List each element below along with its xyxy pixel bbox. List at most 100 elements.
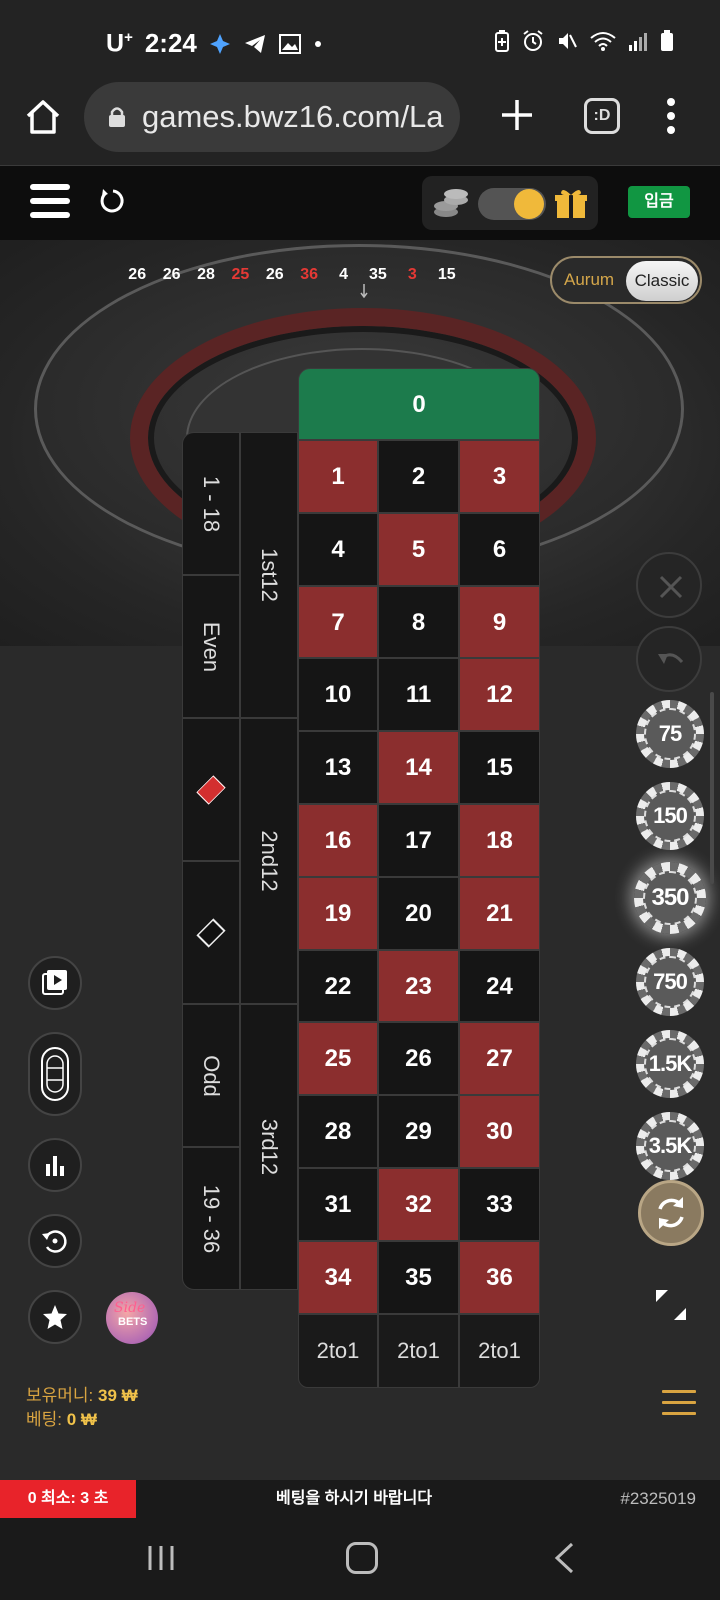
bet-number-9[interactable]: 9 bbox=[459, 585, 540, 659]
round-id: #2325019 bbox=[620, 1489, 696, 1508]
bet-number-22[interactable]: 22 bbox=[298, 949, 378, 1023]
video-button[interactable] bbox=[28, 956, 82, 1010]
bet-number-25[interactable]: 25 bbox=[298, 1022, 378, 1096]
recent-result: 15 bbox=[437, 266, 456, 283]
new-tab-icon[interactable] bbox=[498, 96, 536, 134]
bet-red[interactable] bbox=[182, 718, 240, 861]
bet-number-32[interactable]: 32 bbox=[378, 1167, 459, 1241]
bet-number-31[interactable]: 31 bbox=[298, 1167, 378, 1241]
more-options-icon[interactable] bbox=[666, 96, 676, 136]
bet-number-1[interactable]: 1 bbox=[298, 440, 378, 513]
bet-number-19[interactable]: 19 bbox=[298, 876, 378, 950]
chip-3.5K[interactable]: 3.5K bbox=[636, 1112, 704, 1180]
bet-column-1[interactable]: 2to1 bbox=[298, 1314, 378, 1388]
bet-dozen-2[interactable]: 2nd12 bbox=[240, 718, 298, 1004]
bet-number-28[interactable]: 28 bbox=[298, 1095, 378, 1168]
toggle-knob bbox=[514, 189, 544, 219]
aurum-option[interactable]: Aurum bbox=[564, 270, 614, 290]
lock-icon bbox=[109, 107, 125, 127]
fullscreen-icon[interactable] bbox=[654, 1288, 688, 1322]
mode-toggle-group bbox=[422, 176, 598, 230]
bet-zero[interactable]: 0 bbox=[298, 368, 540, 440]
bet-number-5[interactable]: 5 bbox=[378, 512, 459, 586]
clear-bets-button[interactable] bbox=[636, 552, 702, 618]
classic-option[interactable]: Classic bbox=[626, 261, 698, 301]
home-icon[interactable] bbox=[24, 98, 62, 136]
bet-odd[interactable]: Odd bbox=[182, 1004, 240, 1147]
bet-dozen-1[interactable]: 1st12 bbox=[240, 432, 298, 718]
bet-number-24[interactable]: 24 bbox=[459, 949, 540, 1023]
bet-number-18[interactable]: 18 bbox=[459, 803, 540, 877]
recent-result: 4 bbox=[339, 266, 348, 283]
chip-750[interactable]: 750 bbox=[636, 948, 704, 1016]
bet-number-27[interactable]: 27 bbox=[459, 1022, 540, 1096]
back-icon[interactable] bbox=[552, 1542, 576, 1574]
home-nav-icon[interactable] bbox=[346, 1542, 378, 1574]
signal-icon bbox=[629, 33, 647, 51]
bet-number-8[interactable]: 8 bbox=[378, 585, 459, 659]
undo-button[interactable] bbox=[636, 626, 702, 692]
bet-number-6[interactable]: 6 bbox=[459, 512, 540, 586]
tabs-button[interactable]: :D bbox=[584, 98, 620, 134]
video-icon bbox=[42, 970, 67, 995]
clock: 2:24 bbox=[144, 28, 197, 58]
address-bar[interactable]: games.bwz16.com/La bbox=[84, 82, 460, 152]
favorites-button[interactable] bbox=[28, 1290, 82, 1344]
bet-number-12[interactable]: 12 bbox=[459, 658, 540, 732]
history-button[interactable] bbox=[28, 1214, 82, 1268]
gift-icon[interactable] bbox=[554, 186, 588, 220]
bet-low[interactable]: 1 - 18 bbox=[182, 432, 240, 575]
black-diamond-icon bbox=[196, 917, 226, 948]
alarm-icon bbox=[523, 30, 543, 51]
bet-number-2[interactable]: 2 bbox=[378, 440, 459, 513]
bet-number-26[interactable]: 26 bbox=[378, 1022, 459, 1096]
bet-number-35[interactable]: 35 bbox=[378, 1240, 459, 1314]
recent-apps-icon[interactable] bbox=[146, 1544, 176, 1572]
refresh-icon[interactable] bbox=[98, 186, 128, 216]
racetrack-button[interactable] bbox=[28, 1032, 82, 1116]
chip-1.5K[interactable]: 1.5K bbox=[636, 1030, 704, 1098]
mute-icon bbox=[559, 33, 577, 49]
table-style-toggle[interactable]: Aurum Classic bbox=[550, 256, 702, 304]
bet-number-11[interactable]: 11 bbox=[378, 658, 459, 732]
bet-number-34[interactable]: 34 bbox=[298, 1240, 378, 1314]
deposit-button[interactable]: 입금 bbox=[628, 186, 690, 218]
bet-number-36[interactable]: 36 bbox=[459, 1240, 540, 1314]
bet-number-23[interactable]: 23 bbox=[378, 949, 459, 1023]
bet-number-33[interactable]: 33 bbox=[459, 1167, 540, 1241]
bet-menu-icon[interactable] bbox=[662, 1390, 696, 1416]
statistics-button[interactable] bbox=[28, 1138, 82, 1192]
bet-column-2[interactable]: 2to1 bbox=[378, 1314, 459, 1388]
bet-column-3[interactable]: 2to1 bbox=[459, 1314, 540, 1388]
chip-75[interactable]: 75 bbox=[636, 700, 704, 768]
bet-number-3[interactable]: 3 bbox=[459, 440, 540, 513]
chip-scrollbar[interactable] bbox=[710, 692, 714, 884]
bet-number-13[interactable]: 13 bbox=[298, 731, 378, 804]
close-icon bbox=[659, 575, 683, 599]
bet-number-15[interactable]: 15 bbox=[459, 731, 540, 804]
bet-number-14[interactable]: 14 bbox=[378, 731, 459, 804]
outside-bets: 1 - 18 Even Odd 19 - 36 bbox=[182, 432, 240, 1290]
rebet-button[interactable] bbox=[638, 1180, 704, 1246]
side-bets-button[interactable]: Side BETS bbox=[106, 1292, 158, 1344]
bet-even[interactable]: Even bbox=[182, 575, 240, 718]
bet-high[interactable]: 19 - 36 bbox=[182, 1147, 240, 1290]
bet-number-17[interactable]: 17 bbox=[378, 803, 459, 877]
bet-number-29[interactable]: 29 bbox=[378, 1095, 459, 1168]
chip-350[interactable]: 350 bbox=[634, 862, 706, 934]
menu-icon[interactable] bbox=[30, 184, 70, 218]
bet-number-30[interactable]: 30 bbox=[459, 1095, 540, 1168]
bet-number-10[interactable]: 10 bbox=[298, 658, 378, 732]
chip-value: 75 bbox=[644, 708, 696, 760]
repeat-icon bbox=[658, 1197, 684, 1229]
bet-black[interactable] bbox=[182, 861, 240, 1004]
bet-number-21[interactable]: 21 bbox=[459, 876, 540, 950]
bet-number-16[interactable]: 16 bbox=[298, 803, 378, 877]
chip-150[interactable]: 150 bbox=[636, 782, 704, 850]
bet-dozen-3[interactable]: 3rd12 bbox=[240, 1004, 298, 1290]
high-label: 19 - 36 bbox=[199, 1184, 224, 1253]
bet-number-7[interactable]: 7 bbox=[298, 585, 378, 659]
bet-number-4[interactable]: 4 bbox=[298, 512, 378, 586]
currency-toggle[interactable] bbox=[478, 188, 546, 220]
bet-number-20[interactable]: 20 bbox=[378, 876, 459, 950]
